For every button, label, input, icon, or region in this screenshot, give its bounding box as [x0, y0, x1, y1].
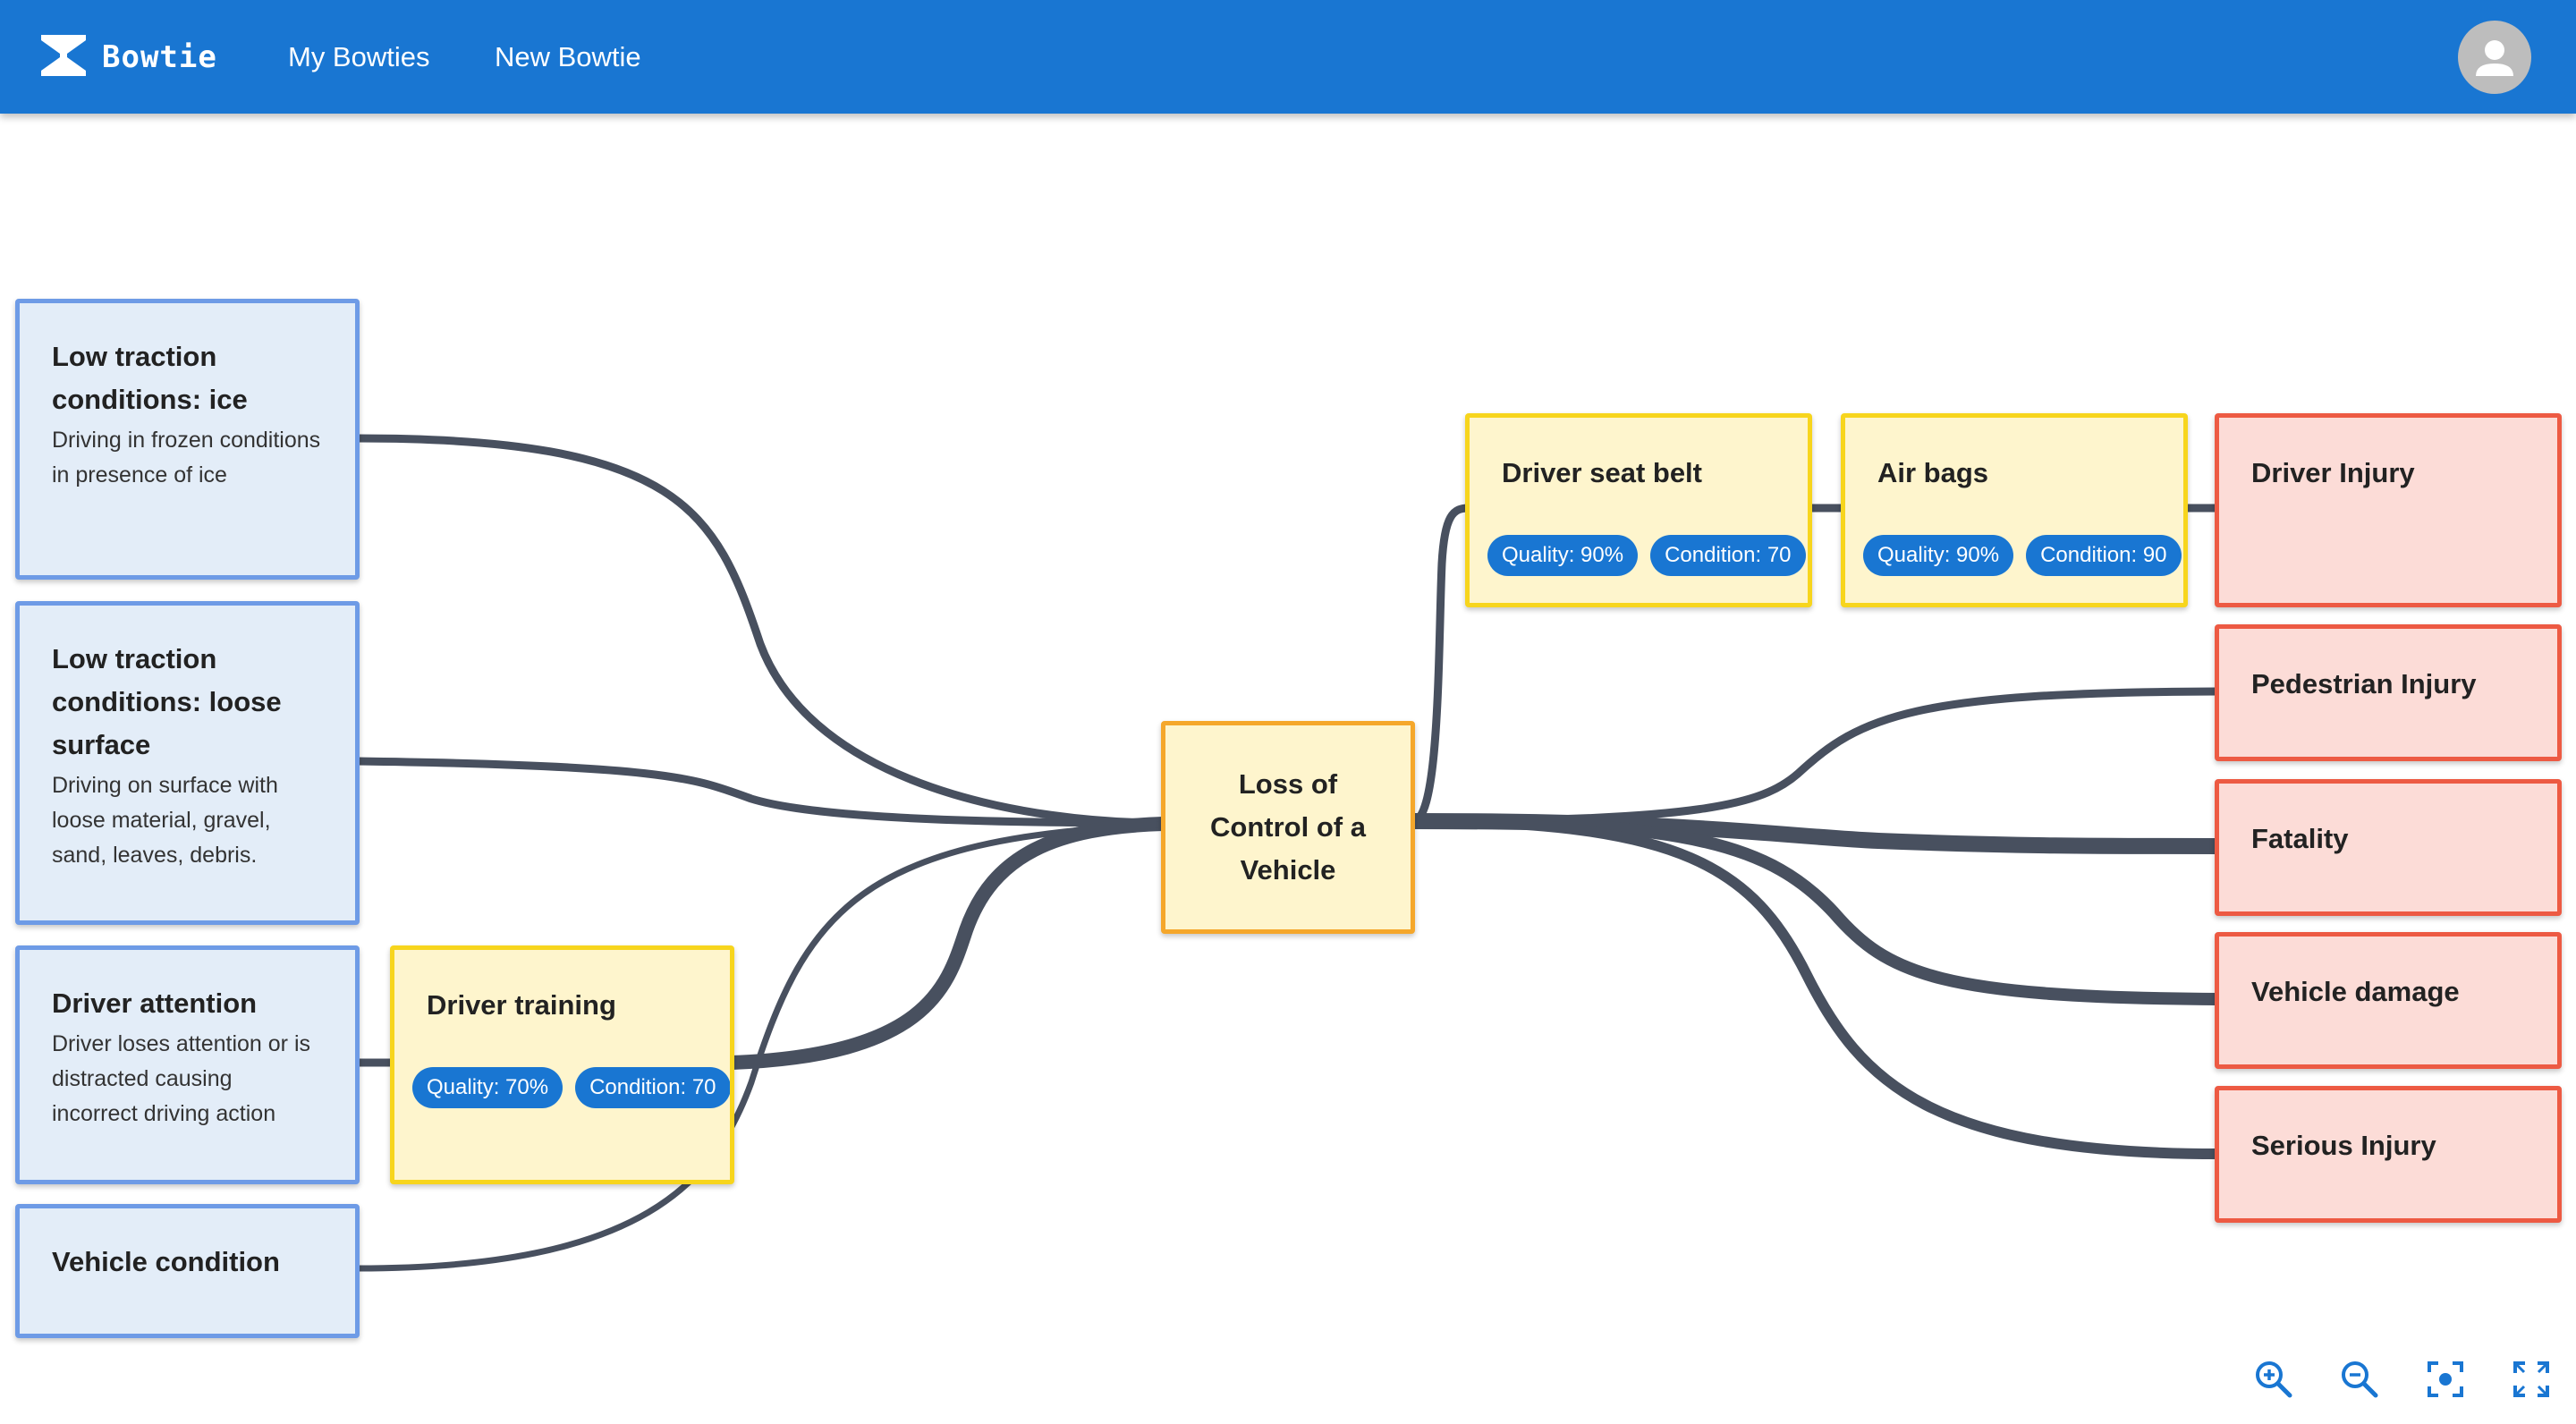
consequence-pedestrian-injury[interactable]: Pedestrian Injury	[2215, 624, 2562, 761]
zoom-in-icon	[2256, 1361, 2292, 1398]
top-event-title: Loss of Control of a Vehicle	[1210, 768, 1366, 886]
center-focus-button[interactable]	[2422, 1356, 2469, 1403]
barrier-chips: Quality: 90% Condition: 70	[1487, 535, 1808, 576]
quality-chip: Quality: 90%	[1863, 535, 2014, 576]
bowtie-links	[353, 434, 2226, 1272]
barrier-title: Driver training	[427, 989, 616, 1021]
consequence-vehicle-damage[interactable]: Vehicle damage	[2215, 932, 2562, 1069]
consequence-serious-injury[interactable]: Serious Injury	[2215, 1086, 2562, 1223]
zoom-out-button[interactable]	[2336, 1356, 2383, 1403]
app-bar: Bowtie My Bowties New Bowtie	[0, 0, 2576, 114]
link-event-to-serious-injury	[1408, 816, 2224, 1159]
threat-title: Driver attention	[52, 987, 258, 1019]
barrier-chips: Quality: 90% Condition: 90	[1863, 535, 2183, 576]
condition-chip: Condition: 90	[2026, 535, 2182, 576]
condition-chip: Condition: 70	[575, 1067, 730, 1108]
consequence-title: Pedestrian Injury	[2251, 668, 2477, 699]
consequence-title: Vehicle damage	[2251, 976, 2460, 1007]
top-event[interactable]: Loss of Control of a Vehicle	[1161, 721, 1415, 934]
link-training-to-event	[724, 817, 1170, 1070]
quality-chip: Quality: 90%	[1487, 535, 1639, 576]
zoom-in-button[interactable]	[2250, 1356, 2297, 1403]
threat-description: Driver loses attention or is distracted …	[52, 1031, 311, 1126]
brand-name: Bowtie	[102, 39, 217, 75]
threat-loose-surface[interactable]: Low traction conditions: loose surface D…	[15, 601, 360, 925]
account-circle-icon	[2476, 40, 2513, 76]
link-event-to-seatbelt	[1409, 504, 1473, 826]
threat-description: Driving in frozen conditions in presence…	[52, 428, 321, 487]
threat-driver-attention[interactable]: Driver attention Driver loses attention …	[15, 945, 360, 1184]
fullscreen-button[interactable]	[2508, 1356, 2555, 1403]
avatar[interactable]	[2458, 21, 2531, 94]
barrier-driver-training[interactable]: Driver training Quality: 70% Condition: 7…	[390, 945, 734, 1184]
consequence-title: Serious Injury	[2251, 1130, 2436, 1161]
threat-title: Vehicle condition	[52, 1246, 280, 1277]
zoom-out-icon	[2342, 1361, 2378, 1398]
consequence-title: Driver Injury	[2251, 457, 2415, 488]
barrier-air-bags[interactable]: Air bags Quality: 90% Condition: 90	[1841, 413, 2188, 607]
barrier-driver-seat-belt[interactable]: Driver seat belt Quality: 90% Condition: …	[1465, 413, 1812, 607]
consequence-fatality[interactable]: Fatality	[2215, 779, 2562, 916]
threat-title: Low traction conditions: loose surface	[52, 643, 282, 760]
nav-my-bowties[interactable]: My Bowties	[288, 32, 429, 82]
threat-description: Driving on surface with loose material, …	[52, 773, 278, 868]
quality-chip: Quality: 70%	[412, 1067, 564, 1108]
barrier-title: Driver seat belt	[1502, 457, 1702, 488]
threat-ice[interactable]: Low traction conditions: ice Driving in …	[15, 299, 360, 580]
nav-new-bowtie[interactable]: New Bowtie	[495, 32, 641, 82]
consequence-driver-injury[interactable]: Driver Injury	[2215, 413, 2562, 607]
condition-chip: Condition: 70	[1650, 535, 1806, 576]
brand[interactable]: Bowtie	[41, 34, 217, 81]
center-focus-icon	[2428, 1361, 2463, 1397]
consequence-title: Fatality	[2251, 823, 2349, 854]
threat-vehicle-condition[interactable]: Vehicle condition	[15, 1204, 360, 1338]
barrier-title: Air bags	[1877, 457, 1989, 488]
link-event-to-pedestrian-injury	[1409, 687, 2223, 826]
bowtie-logo-icon	[41, 34, 86, 81]
barrier-chips: Quality: 70% Condition: 70	[412, 1067, 730, 1108]
threat-title: Low traction conditions: ice	[52, 341, 248, 415]
fullscreen-icon	[2513, 1361, 2549, 1397]
